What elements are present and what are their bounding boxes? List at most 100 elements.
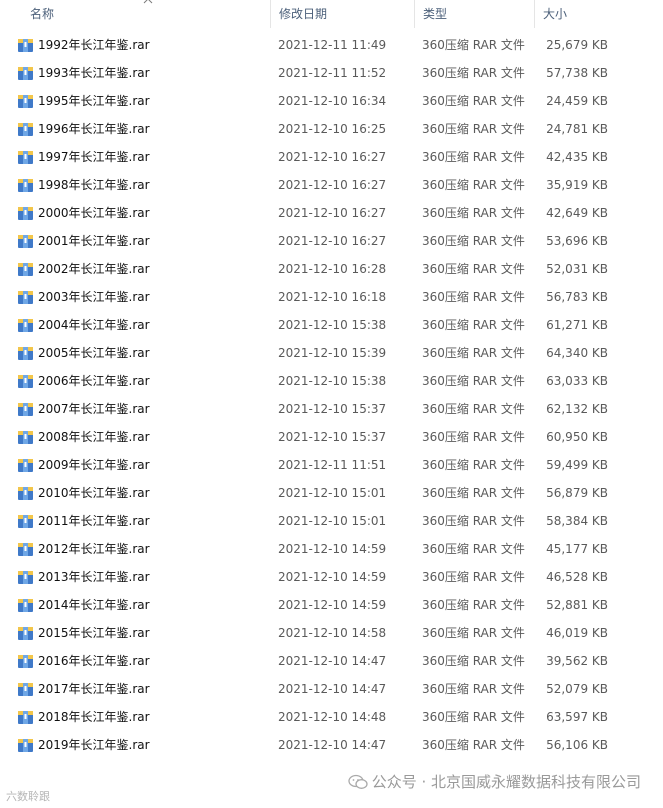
file-name[interactable]: 1997年长江年鉴.rar bbox=[38, 143, 150, 171]
rar-archive-icon bbox=[18, 67, 33, 80]
file-name[interactable]: 2017年长江年鉴.rar bbox=[38, 675, 150, 703]
file-row[interactable]: 2002年长江年鉴.rar 2021-12-10 16:28 360压缩 RAR 文… bbox=[0, 255, 663, 283]
file-size: 56,106 KB bbox=[546, 738, 608, 752]
file-name[interactable]: 2006年长江年鉴.rar bbox=[38, 367, 150, 395]
file-name[interactable]: 2004年长江年鉴.rar bbox=[38, 311, 150, 339]
file-name[interactable]: 2010年长江年鉴.rar bbox=[38, 479, 150, 507]
file-row[interactable]: 2019年长江年鉴.rar 2021-12-10 14:47 360压缩 RAR 文… bbox=[0, 731, 663, 759]
file-row[interactable]: 2010年长江年鉴.rar 2021-12-10 15:01 360压缩 RAR 文… bbox=[0, 479, 663, 507]
file-size: 35,919 KB bbox=[546, 178, 608, 192]
column-header-date-modified[interactable]: 修改日期 bbox=[270, 0, 414, 28]
file-row[interactable]: 2003年长江年鉴.rar 2021-12-10 16:18 360压缩 RAR 文… bbox=[0, 283, 663, 311]
file-name[interactable]: 2012年长江年鉴.rar bbox=[38, 535, 150, 563]
file-type: 360压缩 RAR 文件 bbox=[422, 402, 525, 416]
file-date-modified: 2021-12-11 11:52 bbox=[278, 66, 387, 80]
rar-archive-icon bbox=[18, 375, 33, 388]
file-size: 52,881 KB bbox=[546, 598, 608, 612]
file-name[interactable]: 1993年长江年鉴.rar bbox=[38, 59, 150, 87]
file-row[interactable]: 2016年长江年鉴.rar 2021-12-10 14:47 360压缩 RAR 文… bbox=[0, 647, 663, 675]
rar-archive-icon bbox=[18, 711, 33, 724]
file-row[interactable]: 2006年长江年鉴.rar 2021-12-10 15:38 360压缩 RAR 文… bbox=[0, 367, 663, 395]
file-size: 62,132 KB bbox=[546, 402, 608, 416]
rar-archive-icon bbox=[18, 431, 33, 444]
file-type: 360压缩 RAR 文件 bbox=[422, 626, 525, 640]
file-size: 63,597 KB bbox=[546, 710, 608, 724]
rar-archive-icon bbox=[18, 151, 33, 164]
file-size: 39,562 KB bbox=[546, 654, 608, 668]
file-row[interactable]: 2008年长江年鉴.rar 2021-12-10 15:37 360压缩 RAR 文… bbox=[0, 423, 663, 451]
file-size: 42,435 KB bbox=[546, 150, 608, 164]
rar-archive-icon bbox=[18, 39, 33, 52]
file-type: 360压缩 RAR 文件 bbox=[422, 458, 525, 472]
file-row[interactable]: 1993年长江年鉴.rar 2021-12-11 11:52 360压缩 RAR 文… bbox=[0, 59, 663, 87]
file-name[interactable]: 2008年长江年鉴.rar bbox=[38, 423, 150, 451]
file-type: 360压缩 RAR 文件 bbox=[422, 234, 525, 248]
file-row[interactable]: 1996年长江年鉴.rar 2021-12-10 16:25 360压缩 RAR 文… bbox=[0, 115, 663, 143]
file-name[interactable]: 2018年长江年鉴.rar bbox=[38, 703, 150, 731]
rar-archive-icon bbox=[18, 683, 33, 696]
file-type: 360压缩 RAR 文件 bbox=[422, 570, 525, 584]
column-header-size[interactable]: 大小 bbox=[534, 0, 616, 28]
file-name[interactable]: 2014年长江年鉴.rar bbox=[38, 591, 150, 619]
file-date-modified: 2021-12-11 11:49 bbox=[278, 38, 387, 52]
file-name[interactable]: 2007年长江年鉴.rar bbox=[38, 395, 150, 423]
wechat-icon bbox=[348, 774, 368, 789]
file-date-modified: 2021-12-10 16:25 bbox=[278, 122, 387, 136]
file-type: 360压缩 RAR 文件 bbox=[422, 122, 525, 136]
file-row[interactable]: 1997年长江年鉴.rar 2021-12-10 16:27 360压缩 RAR 文… bbox=[0, 143, 663, 171]
file-name[interactable]: 2000年长江年鉴.rar bbox=[38, 199, 150, 227]
file-name[interactable]: 2015年长江年鉴.rar bbox=[38, 619, 150, 647]
file-size: 45,177 KB bbox=[546, 542, 608, 556]
rar-archive-icon bbox=[18, 487, 33, 500]
file-row[interactable]: 2014年长江年鉴.rar 2021-12-10 14:59 360压缩 RAR 文… bbox=[0, 591, 663, 619]
file-name[interactable]: 2009年长江年鉴.rar bbox=[38, 451, 150, 479]
file-name[interactable]: 2005年长江年鉴.rar bbox=[38, 339, 150, 367]
file-row[interactable]: 2007年长江年鉴.rar 2021-12-10 15:37 360压缩 RAR 文… bbox=[0, 395, 663, 423]
file-name[interactable]: 1995年长江年鉴.rar bbox=[38, 87, 150, 115]
file-name[interactable]: 2001年长江年鉴.rar bbox=[38, 227, 150, 255]
file-row[interactable]: 1992年长江年鉴.rar 2021-12-11 11:49 360压缩 RAR 文… bbox=[0, 31, 663, 59]
file-row[interactable]: 2012年长江年鉴.rar 2021-12-10 14:59 360压缩 RAR 文… bbox=[0, 535, 663, 563]
file-row[interactable]: 2015年长江年鉴.rar 2021-12-10 14:58 360压缩 RAR 文… bbox=[0, 619, 663, 647]
file-type: 360压缩 RAR 文件 bbox=[422, 262, 525, 276]
file-row[interactable]: 2000年长江年鉴.rar 2021-12-10 16:27 360压缩 RAR 文… bbox=[0, 199, 663, 227]
rar-archive-icon bbox=[18, 543, 33, 556]
file-row[interactable]: 2009年长江年鉴.rar 2021-12-11 11:51 360压缩 RAR 文… bbox=[0, 451, 663, 479]
rar-archive-icon bbox=[18, 515, 33, 528]
rar-archive-icon bbox=[18, 207, 33, 220]
file-name[interactable]: 1998年长江年鉴.rar bbox=[38, 171, 150, 199]
file-name[interactable]: 2003年长江年鉴.rar bbox=[38, 283, 150, 311]
column-header-name[interactable]: 名称 bbox=[22, 0, 270, 28]
file-name[interactable]: 2019年长江年鉴.rar bbox=[38, 731, 150, 759]
file-row[interactable]: 2018年长江年鉴.rar 2021-12-10 14:48 360压缩 RAR 文… bbox=[0, 703, 663, 731]
file-row[interactable]: 2001年长江年鉴.rar 2021-12-10 16:27 360压缩 RAR 文… bbox=[0, 227, 663, 255]
column-header-type[interactable]: 类型 bbox=[414, 0, 534, 28]
file-name[interactable]: 2016年长江年鉴.rar bbox=[38, 647, 150, 675]
file-date-modified: 2021-12-10 16:34 bbox=[278, 94, 387, 108]
file-size: 24,459 KB bbox=[546, 94, 608, 108]
file-size: 58,384 KB bbox=[546, 514, 608, 528]
file-row[interactable]: 1995年长江年鉴.rar 2021-12-10 16:34 360压缩 RAR 文… bbox=[0, 87, 663, 115]
file-row[interactable]: 2017年长江年鉴.rar 2021-12-10 14:47 360压缩 RAR 文… bbox=[0, 675, 663, 703]
file-name[interactable]: 1996年长江年鉴.rar bbox=[38, 115, 150, 143]
file-row[interactable]: 2013年长江年鉴.rar 2021-12-10 14:59 360压缩 RAR 文… bbox=[0, 563, 663, 591]
rar-archive-icon bbox=[18, 403, 33, 416]
file-size: 24,781 KB bbox=[546, 122, 608, 136]
file-date-modified: 2021-12-10 14:58 bbox=[278, 626, 387, 640]
file-name[interactable]: 2013年长江年鉴.rar bbox=[38, 563, 150, 591]
file-name[interactable]: 1992年长江年鉴.rar bbox=[38, 31, 150, 59]
file-name[interactable]: 2002年长江年鉴.rar bbox=[38, 255, 150, 283]
file-date-modified: 2021-12-10 14:59 bbox=[278, 570, 387, 584]
file-row[interactable]: 2005年长江年鉴.rar 2021-12-10 15:39 360压缩 RAR 文… bbox=[0, 339, 663, 367]
column-header-row: 名称 修改日期 类型 大小 bbox=[0, 0, 663, 30]
file-date-modified: 2021-12-10 16:27 bbox=[278, 178, 387, 192]
file-name[interactable]: 2011年长江年鉴.rar bbox=[38, 507, 150, 535]
file-size: 63,033 KB bbox=[546, 374, 608, 388]
file-row[interactable]: 2011年长江年鉴.rar 2021-12-10 15:01 360压缩 RAR 文… bbox=[0, 507, 663, 535]
file-row[interactable]: 2004年长江年鉴.rar 2021-12-10 15:38 360压缩 RAR 文… bbox=[0, 311, 663, 339]
file-size: 46,019 KB bbox=[546, 626, 608, 640]
file-type: 360压缩 RAR 文件 bbox=[422, 430, 525, 444]
rar-archive-icon bbox=[18, 739, 33, 752]
file-size: 57,738 KB bbox=[546, 66, 608, 80]
file-row[interactable]: 1998年长江年鉴.rar 2021-12-10 16:27 360压缩 RAR 文… bbox=[0, 171, 663, 199]
